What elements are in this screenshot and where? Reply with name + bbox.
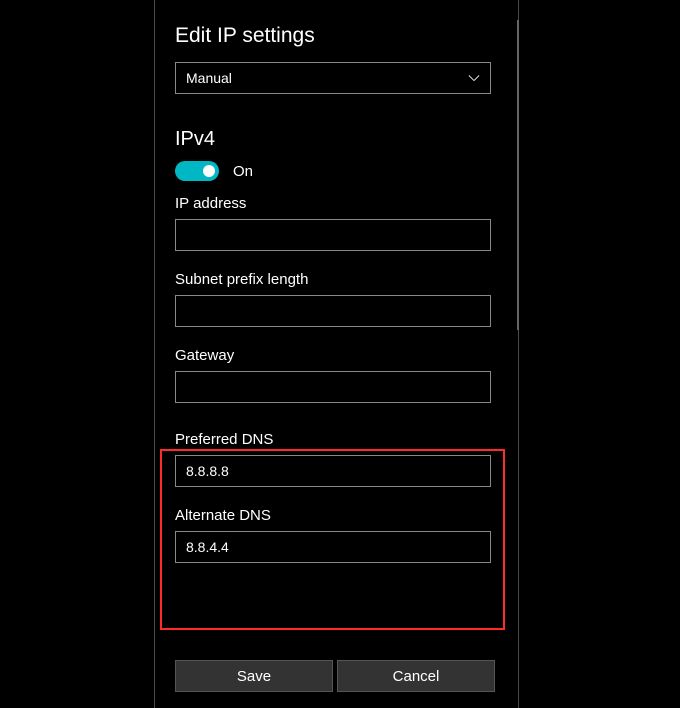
gateway-label: Gateway (175, 347, 498, 364)
subnet-prefix-label: Subnet prefix length (175, 271, 498, 288)
ipv4-toggle-row: On (175, 161, 498, 181)
ip-mode-dropdown[interactable]: Manual (175, 62, 491, 94)
content-area: Edit IP settings Manual IPv4 On IP addre… (155, 0, 518, 563)
toggle-knob (203, 165, 215, 177)
preferred-dns-input[interactable] (175, 455, 491, 487)
ipv4-header: IPv4 (175, 128, 498, 151)
button-row: Save Cancel (175, 660, 495, 692)
subnet-prefix-field: Subnet prefix length (175, 271, 498, 327)
alternate-dns-label: Alternate DNS (175, 507, 498, 524)
preferred-dns-label: Preferred DNS (175, 431, 498, 448)
gateway-field: Gateway (175, 347, 498, 403)
ip-address-input[interactable] (175, 219, 491, 251)
chevron-down-icon (468, 72, 480, 84)
ipv4-toggle-label: On (233, 163, 253, 180)
cancel-button[interactable]: Cancel (337, 660, 495, 692)
settings-panel: Edit IP settings Manual IPv4 On IP addre… (154, 0, 519, 708)
save-button[interactable]: Save (175, 660, 333, 692)
subnet-prefix-input[interactable] (175, 295, 491, 327)
gateway-input[interactable] (175, 371, 491, 403)
page-title: Edit IP settings (175, 24, 498, 48)
ipv4-toggle[interactable] (175, 161, 219, 181)
alternate-dns-field: Alternate DNS (175, 507, 498, 563)
scrollbar[interactable] (517, 20, 519, 330)
dropdown-selected-value: Manual (186, 70, 232, 86)
preferred-dns-field: Preferred DNS (175, 431, 498, 487)
alternate-dns-input[interactable] (175, 531, 491, 563)
dns-section: Preferred DNS Alternate DNS (175, 423, 498, 563)
ip-address-label: IP address (175, 195, 498, 212)
ip-address-field: IP address (175, 195, 498, 251)
